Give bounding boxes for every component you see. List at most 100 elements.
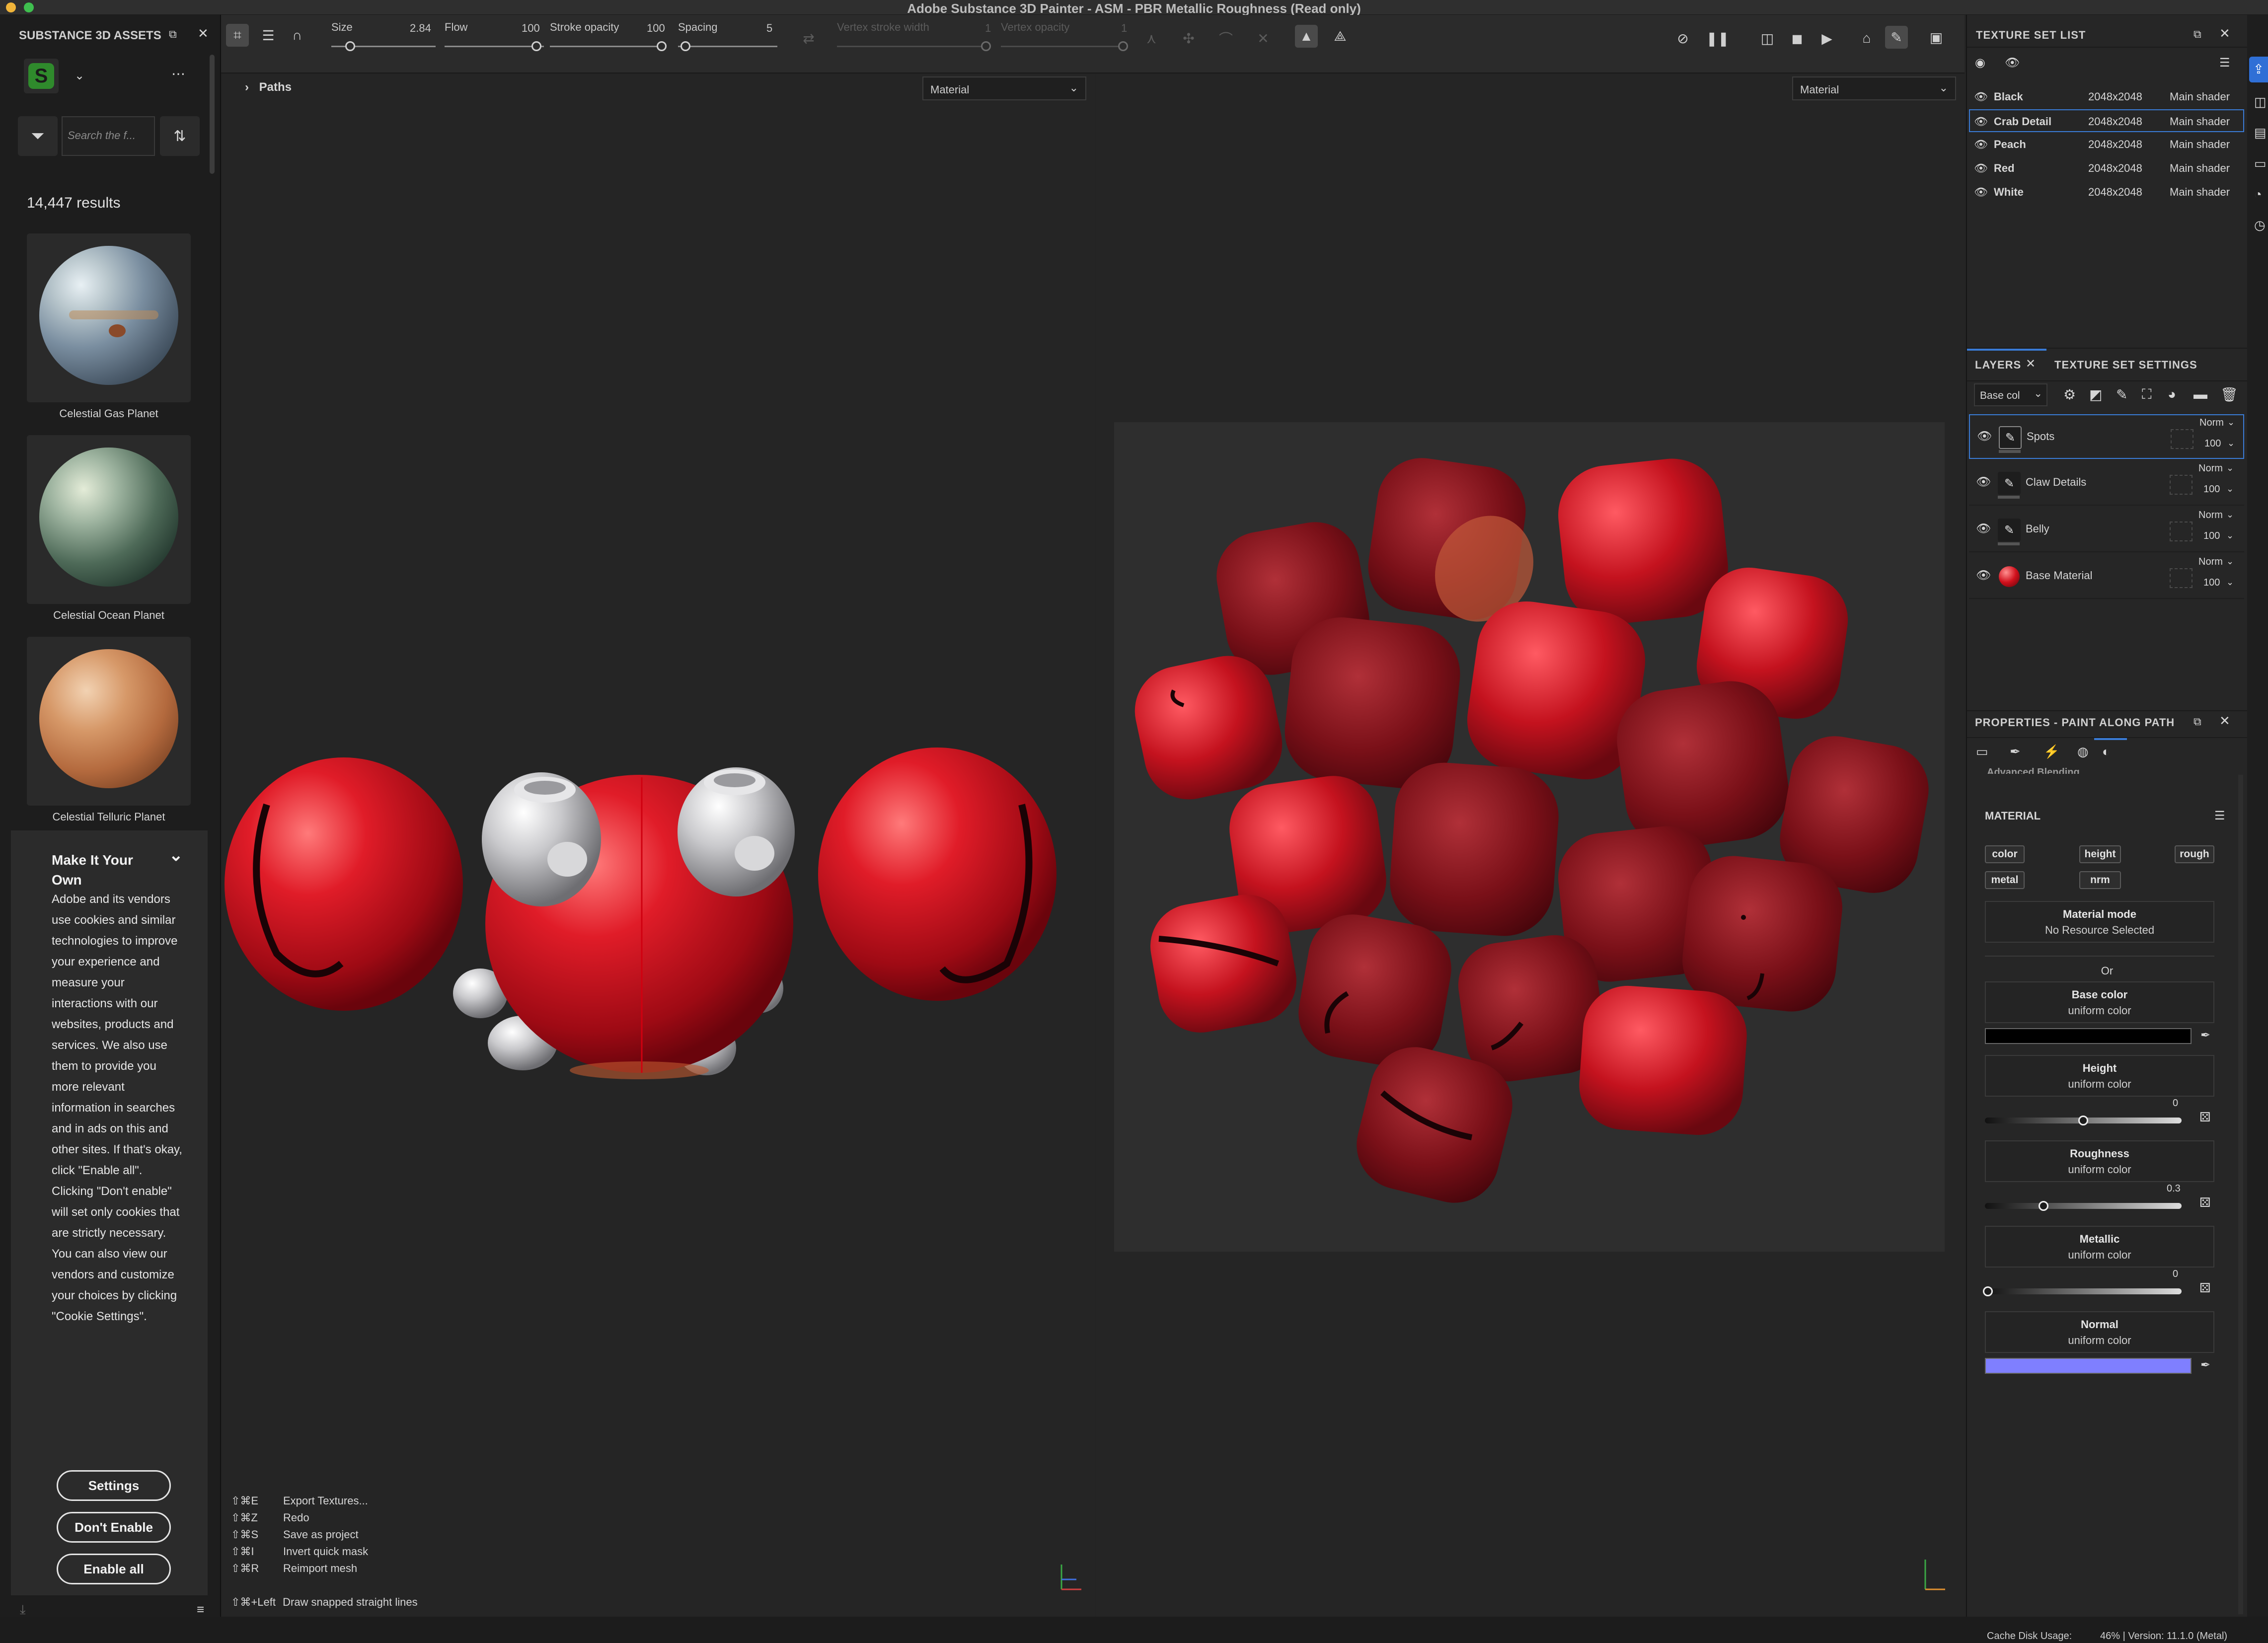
- visibility-toggle-all-icon[interactable]: ◉: [1975, 56, 1985, 70]
- metallic-box[interactable]: Metallic uniform color: [1985, 1226, 2214, 1268]
- channel-dropdown[interactable]: Base col ⌄: [1974, 383, 2047, 406]
- spacing-slider-knob[interactable]: [680, 41, 690, 51]
- camera-icon[interactable]: ◫: [2254, 94, 2267, 110]
- flow-value[interactable]: 100: [522, 22, 540, 35]
- close-panel-icon[interactable]: ✕: [2219, 26, 2230, 41]
- stroke-opacity-slider[interactable]: [550, 46, 664, 47]
- metallic-slider[interactable]: [1985, 1288, 2182, 1294]
- roughness-slider[interactable]: [1985, 1203, 2182, 1209]
- opacity-value[interactable]: 100: [2204, 438, 2221, 449]
- texture-set-shader[interactable]: Main shader: [2170, 115, 2230, 128]
- asset-card[interactable]: Celestial Gas Planet: [27, 233, 191, 420]
- eye-icon[interactable]: 👁: [1974, 115, 1988, 128]
- texture-set-row[interactable]: 👁 Red 2048x2048 Main shader: [1969, 157, 2244, 180]
- chip-metal[interactable]: metal: [1985, 871, 2025, 889]
- list-view-icon[interactable]: ≡: [197, 1602, 204, 1617]
- add-fill-layer-icon[interactable]: ⛶: [2142, 386, 2152, 403]
- layer-mask-slot[interactable]: [2170, 568, 2192, 588]
- texture-set-shader[interactable]: Main shader: [2170, 138, 2230, 151]
- float-panel-icon[interactable]: ⧉: [169, 28, 177, 41]
- camera-video-icon[interactable]: ▶: [1815, 27, 1838, 50]
- vertex-opacity-knob[interactable]: [1118, 41, 1128, 51]
- layer-row[interactable]: 👁 ✎ Claw Details Norm ⌄ 100 ⌄: [1969, 461, 2244, 506]
- list-settings-icon[interactable]: ☰: [2219, 56, 2230, 70]
- opacity-value[interactable]: 100: [2203, 530, 2220, 542]
- blend-mode-dropdown[interactable]: Norm: [2199, 417, 2224, 429]
- asset-card[interactable]: Celestial Telluric Planet: [27, 637, 191, 823]
- alpha-icon[interactable]: ⚡: [2043, 744, 2059, 759]
- properties-scrollbar[interactable]: [2238, 775, 2243, 1614]
- add-smart-material-icon[interactable]: ◕: [2168, 386, 2176, 402]
- search-input[interactable]: Search the f...: [62, 116, 155, 156]
- path-remove-icon[interactable]: ✕: [1252, 27, 1275, 50]
- layer-row[interactable]: 👁 ✎ Belly Norm ⌄ 100 ⌄: [1969, 508, 2244, 552]
- sort-icon[interactable]: ⇅: [160, 116, 200, 156]
- size-value[interactable]: 2.84: [410, 22, 431, 35]
- tab-texture-set-settings[interactable]: TEXTURE SET SETTINGS: [2054, 359, 2197, 372]
- hide-overlay-icon[interactable]: ⊘: [1671, 27, 1694, 50]
- opacity-value[interactable]: 100: [2203, 484, 2220, 495]
- path-tool-icon[interactable]: ⌗: [226, 24, 249, 47]
- dont-enable-button[interactable]: Don't Enable: [57, 1512, 171, 1543]
- height-number[interactable]: 0: [2173, 1098, 2178, 1109]
- swap-icon[interactable]: ⇄: [797, 27, 820, 50]
- crab-model-3d[interactable]: [222, 646, 1095, 1142]
- path-point-icon[interactable]: ⋏: [1140, 27, 1163, 50]
- height-box[interactable]: Height uniform color: [1985, 1055, 2214, 1097]
- path-curve-icon[interactable]: ⌒: [1214, 27, 1237, 50]
- float-panel-icon[interactable]: ⧉: [2193, 28, 2201, 41]
- magnet-icon[interactable]: ∩: [286, 24, 308, 47]
- texture-set-row-selected[interactable]: 👁 Crab Detail 2048x2048 Main shader: [1969, 109, 2244, 132]
- breadcrumb[interactable]: › Paths: [245, 80, 292, 94]
- layer-mask-slot[interactable]: [2171, 429, 2193, 449]
- vertex-stroke-width-slider[interactable]: [837, 46, 991, 47]
- texture-set-row[interactable]: 👁 Peach 2048x2048 Main shader: [1969, 133, 2244, 156]
- spacing-value[interactable]: 5: [766, 22, 772, 35]
- random-seed-icon[interactable]: ⚄: [2199, 1195, 2211, 1210]
- pause-icon[interactable]: ❚❚: [1706, 27, 1730, 50]
- normal-box[interactable]: Normal uniform color: [1985, 1311, 2214, 1353]
- symmetry-icon[interactable]: ▲: [1295, 25, 1318, 48]
- texture-set-shader[interactable]: Main shader: [2170, 162, 2230, 175]
- display-settings-icon[interactable]: ◔: [2254, 187, 2262, 202]
- flow-slider[interactable]: [445, 46, 544, 47]
- layer-mask-slot[interactable]: [2170, 522, 2192, 541]
- stroke-opacity-value[interactable]: 100: [647, 22, 665, 35]
- brush-tip-icon[interactable]: ▭: [1976, 744, 1988, 759]
- eye-icon[interactable]: 👁: [1976, 475, 1991, 489]
- channel-select-2d[interactable]: Material ⌄: [1792, 76, 1956, 100]
- eyedropper-icon[interactable]: ✒: [2200, 1028, 2210, 1043]
- chip-nrm[interactable]: nrm: [2079, 871, 2121, 889]
- layer-mask-slot[interactable]: [2170, 475, 2192, 495]
- layer-name[interactable]: Base Material: [2026, 569, 2093, 582]
- vertex-opacity-value[interactable]: 1: [1121, 22, 1127, 35]
- breadcrumb-paths[interactable]: Paths: [259, 80, 292, 94]
- layer-row[interactable]: 👁 Base Material Norm ⌄ 100 ⌄: [1969, 554, 2244, 599]
- stencil-icon[interactable]: ◍: [2077, 744, 2089, 759]
- metallic-number[interactable]: 0: [2173, 1269, 2178, 1280]
- random-seed-icon[interactable]: ⚄: [2199, 1110, 2211, 1125]
- roughness-slider-knob[interactable]: [2039, 1201, 2048, 1211]
- mask-icon[interactable]: ⌂: [1855, 27, 1878, 50]
- material-icon[interactable]: ◐: [2102, 744, 2110, 759]
- blend-mode-dropdown[interactable]: Norm: [2198, 510, 2223, 521]
- add-mask-icon[interactable]: ◩: [2089, 386, 2102, 403]
- eye-icon[interactable]: 👁: [1974, 138, 1988, 151]
- settings-sliders-icon[interactable]: ☰: [257, 24, 280, 47]
- roughness-box[interactable]: Roughness uniform color: [1985, 1140, 2214, 1182]
- document-icon[interactable]: ▤: [2254, 125, 2267, 141]
- opacity-value[interactable]: 100: [2203, 577, 2220, 589]
- base-color-box[interactable]: Base color uniform color: [1985, 981, 2214, 1023]
- size-slider-knob[interactable]: [345, 41, 355, 51]
- vertex-stroke-width-value[interactable]: 1: [985, 22, 991, 35]
- layer-name[interactable]: Spots: [2027, 430, 2054, 443]
- texture-set-row[interactable]: 👁 White 2048x2048 Main shader: [1969, 181, 2244, 204]
- filter-icon[interactable]: ⏷: [18, 116, 58, 156]
- cube-view-icon[interactable]: ◼: [1786, 27, 1809, 50]
- metallic-slider-knob[interactable]: [1983, 1286, 1993, 1296]
- screenshot-camera-icon[interactable]: ▣: [1925, 26, 1948, 49]
- collapse-chevron-icon[interactable]: ⌄: [169, 845, 183, 865]
- tab-layers[interactable]: LAYERS: [1975, 359, 2021, 372]
- blend-mode-dropdown[interactable]: Norm: [2198, 463, 2223, 474]
- material-mode-box[interactable]: Material mode No Resource Selected: [1985, 901, 2214, 943]
